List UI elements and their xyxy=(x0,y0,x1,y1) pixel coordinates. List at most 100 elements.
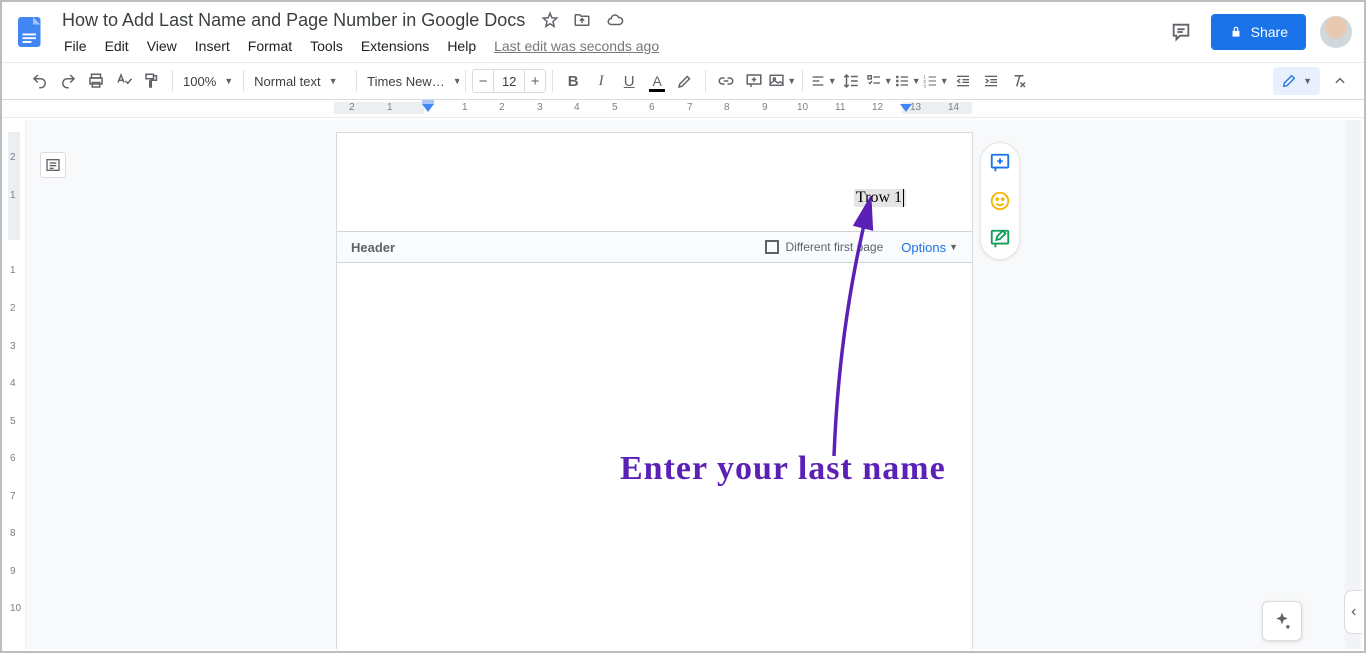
paint-format-button[interactable] xyxy=(138,67,166,95)
undo-button[interactable] xyxy=(26,67,54,95)
font-select[interactable]: Times New… ▼ xyxy=(363,74,459,89)
comment-reaction-panel xyxy=(980,142,1020,260)
ruler-num: 4 xyxy=(574,102,580,113)
bold-button[interactable]: B xyxy=(559,67,587,95)
checkbox-icon xyxy=(765,240,779,254)
text-color-button[interactable]: A xyxy=(643,67,671,95)
line-spacing-button[interactable] xyxy=(837,67,865,95)
redo-button[interactable] xyxy=(54,67,82,95)
caret-down-icon: ▼ xyxy=(828,76,837,86)
caret-down-icon: ▼ xyxy=(224,76,233,86)
caret-down-icon: ▼ xyxy=(453,76,459,86)
ruler-num: 1 xyxy=(387,102,393,113)
vertical-ruler[interactable]: 2 1 1 2 3 4 5 6 7 8 9 10 xyxy=(4,120,26,649)
right-indent-marker[interactable] xyxy=(900,100,912,116)
menu-extensions[interactable]: Extensions xyxy=(353,34,437,58)
different-first-page-checkbox[interactable]: Different first page xyxy=(765,240,883,254)
caret-down-icon: ▼ xyxy=(949,242,958,252)
horizontal-ruler[interactable]: 2 1 1 2 3 4 5 6 7 8 9 10 11 12 13 14 xyxy=(2,100,1364,118)
svg-text:3: 3 xyxy=(923,84,926,89)
ruler-num: 9 xyxy=(762,102,768,113)
ruler-num: 7 xyxy=(687,102,693,113)
caret-down-icon: ▼ xyxy=(1303,76,1312,86)
caret-down-icon: ▼ xyxy=(884,76,893,86)
caret-down-icon: ▼ xyxy=(940,76,949,86)
share-button[interactable]: Share xyxy=(1211,14,1306,50)
annotation-text: Enter your last name xyxy=(620,450,946,488)
add-comment-icon[interactable] xyxy=(988,151,1012,175)
ruler-num: 3 xyxy=(537,102,543,113)
ruler-num: 10 xyxy=(797,102,808,113)
workspace: 2 1 1 2 3 4 5 6 7 8 9 10 Trow 1 Header D… xyxy=(4,120,1362,649)
menu-insert[interactable]: Insert xyxy=(187,34,238,58)
menu-edit[interactable]: Edit xyxy=(97,34,137,58)
header-label: Header xyxy=(351,240,765,255)
menu-help[interactable]: Help xyxy=(439,34,484,58)
header-options-bar: Header Different first page Options ▼ xyxy=(337,231,972,263)
paragraph-style-select[interactable]: Normal text ▼ xyxy=(250,74,350,89)
italic-button[interactable]: I xyxy=(587,67,615,95)
font-value: Times New… xyxy=(367,74,445,89)
ruler-num: 14 xyxy=(948,102,959,113)
open-comments-icon[interactable] xyxy=(1165,16,1197,48)
zoom-select[interactable]: 100% ▼ xyxy=(179,74,237,89)
header-options-dropdown[interactable]: Options ▼ xyxy=(901,240,958,255)
font-size-increase[interactable]: + xyxy=(524,69,546,93)
ruler-num: 8 xyxy=(724,102,730,113)
header-page-number[interactable]: Trow 1 xyxy=(854,189,906,207)
insert-comment-button[interactable] xyxy=(740,67,768,95)
diff-first-label: Different first page xyxy=(785,240,883,254)
ruler-num: 6 xyxy=(649,102,655,113)
side-panel-toggle[interactable] xyxy=(1344,590,1362,634)
last-edit-link[interactable]: Last edit was seconds ago xyxy=(494,38,659,54)
bulleted-list-button[interactable]: ▼ xyxy=(893,67,921,95)
increase-indent-button[interactable] xyxy=(977,67,1005,95)
insert-image-button[interactable]: ▼ xyxy=(768,67,796,95)
insert-link-button[interactable] xyxy=(712,67,740,95)
decrease-indent-button[interactable] xyxy=(949,67,977,95)
account-avatar[interactable] xyxy=(1320,16,1352,48)
ruler-num: 11 xyxy=(835,102,845,113)
explore-button[interactable] xyxy=(1262,601,1302,641)
font-size-input[interactable] xyxy=(494,69,524,93)
hide-menus-button[interactable] xyxy=(1326,67,1354,95)
document-title[interactable]: How to Add Last Name and Page Number in … xyxy=(56,8,531,33)
docs-logo[interactable] xyxy=(10,12,50,52)
menu-format[interactable]: Format xyxy=(240,34,300,58)
cloud-status-icon[interactable] xyxy=(605,11,625,29)
vertical-scrollbar[interactable] xyxy=(1345,120,1360,649)
style-value: Normal text xyxy=(254,74,320,89)
menu-file[interactable]: File xyxy=(56,34,95,58)
menu-bar: File Edit View Insert Format Tools Exten… xyxy=(56,34,1165,58)
ruler-num: 12 xyxy=(872,102,883,113)
align-button[interactable]: ▼ xyxy=(809,67,837,95)
add-emoji-reaction-icon[interactable] xyxy=(988,189,1012,213)
caret-down-icon: ▼ xyxy=(329,76,338,86)
menu-tools[interactable]: Tools xyxy=(302,34,351,58)
left-indent-marker[interactable] xyxy=(422,100,434,116)
zoom-value: 100% xyxy=(183,74,216,89)
ruler-num: 1 xyxy=(462,102,468,113)
underline-button[interactable]: U xyxy=(615,67,643,95)
checklist-button[interactable]: ▼ xyxy=(865,67,893,95)
menu-view[interactable]: View xyxy=(139,34,185,58)
share-button-label: Share xyxy=(1251,24,1288,40)
numbered-list-button[interactable]: 123▼ xyxy=(921,67,949,95)
toolbar: 100% ▼ Normal text ▼ Times New… ▼ − + B I U… xyxy=(2,62,1364,100)
show-outline-button[interactable] xyxy=(40,152,66,178)
move-icon[interactable] xyxy=(573,11,591,29)
caret-down-icon: ▼ xyxy=(787,76,796,86)
suggest-edits-icon[interactable] xyxy=(988,227,1012,251)
ruler-num: 2 xyxy=(349,102,355,113)
spellcheck-button[interactable] xyxy=(110,67,138,95)
clear-formatting-button[interactable] xyxy=(1005,67,1033,95)
document-page[interactable]: Trow 1 Header Different first page Optio… xyxy=(336,132,973,649)
caret-down-icon: ▼ xyxy=(912,76,921,86)
highlight-button[interactable] xyxy=(671,67,699,95)
ruler-num: 5 xyxy=(612,102,618,113)
editing-mode-button[interactable]: ▼ xyxy=(1273,67,1320,95)
star-icon[interactable] xyxy=(541,11,559,29)
font-size-decrease[interactable]: − xyxy=(472,69,494,93)
print-button[interactable] xyxy=(82,67,110,95)
ruler-num: 2 xyxy=(499,102,505,113)
